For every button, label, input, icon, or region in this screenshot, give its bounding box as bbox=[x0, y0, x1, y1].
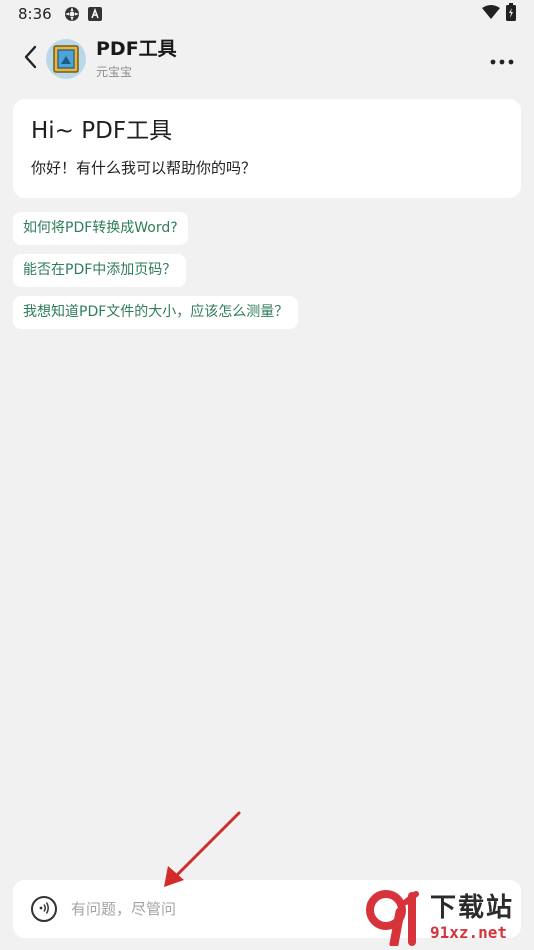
header-text: PDF工具 元宝宝 bbox=[96, 37, 177, 81]
suggestion-chip[interactable]: 如何将PDF转换成Word? bbox=[13, 212, 188, 245]
chat-header: PDF工具 元宝宝 bbox=[0, 28, 534, 90]
suggestion-list: 如何将PDF转换成Word? 能否在PDF中添加页码？ 我想知道PDF文件的大小… bbox=[13, 212, 299, 338]
back-arrow-icon bbox=[23, 45, 37, 73]
status-right bbox=[482, 3, 516, 25]
watermark-logo-icon bbox=[364, 890, 424, 949]
status-bar: 8:36 bbox=[0, 0, 534, 28]
suggestion-chip[interactable]: 我想知道PDF文件的大小，应该怎么测量？ bbox=[13, 296, 299, 329]
pdf-tool-avatar-icon bbox=[53, 45, 79, 73]
battery-icon bbox=[506, 3, 516, 25]
page-subtitle: 元宝宝 bbox=[96, 65, 133, 79]
voice-button[interactable] bbox=[31, 896, 57, 922]
more-dots-icon bbox=[490, 50, 514, 69]
app-status-icon bbox=[87, 7, 102, 21]
suggestion-chip[interactable]: 能否在PDF中添加页码？ bbox=[13, 254, 187, 287]
watermark: 下载站 91xz.net bbox=[364, 888, 532, 949]
watermark-brand: 下载站 bbox=[430, 893, 515, 923]
welcome-title: Hi~ PDF工具 bbox=[31, 118, 173, 144]
settings-status-icon bbox=[64, 6, 80, 22]
page-title: PDF工具 bbox=[96, 38, 177, 60]
welcome-message: 你好！有什么我可以帮助你的吗？ bbox=[31, 159, 257, 177]
status-time: 8:36 bbox=[18, 5, 52, 23]
avatar[interactable] bbox=[46, 39, 86, 79]
welcome-card: Hi~ PDF工具 你好！有什么我可以帮助你的吗？ bbox=[13, 99, 521, 198]
watermark-domain: 91xz.net bbox=[430, 923, 508, 942]
wifi-icon bbox=[482, 5, 500, 23]
watermark-text: 下载站 91xz.net bbox=[430, 893, 514, 943]
voice-icon bbox=[37, 900, 51, 919]
more-button[interactable] bbox=[484, 41, 520, 77]
